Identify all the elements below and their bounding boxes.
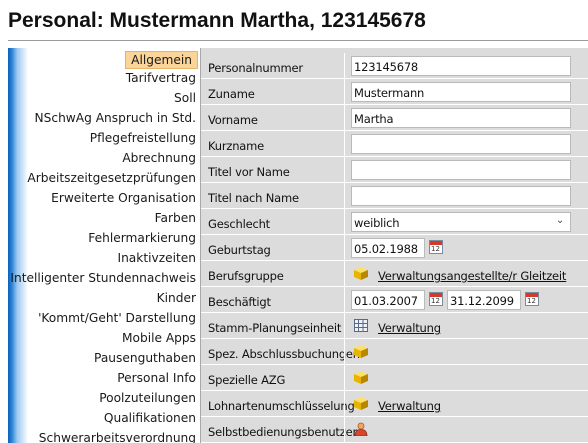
sidebar-item-allgemein[interactable]: Allgemein [125, 51, 198, 69]
calendar-icon[interactable] [429, 292, 443, 306]
lohnartenumschluesselung-link[interactable]: Verwaltung [378, 399, 441, 413]
beschaeftigt-to-field[interactable]: 31.12.2099 [447, 290, 521, 310]
stamm-planungseinheit-label: Stamm-Planungseinheit [208, 321, 342, 335]
window-title: Personal: Mustermann Martha, 123145678 [8, 9, 426, 32]
spez-abschlussbuchungen-label: Spez. Abschlussbuchungen [208, 347, 360, 361]
row-zuname: Zuname Mustermann [200, 79, 588, 105]
row-vorname: Vorname Martha [200, 105, 588, 131]
personalnummer-label: Personalnummer [208, 61, 303, 75]
sidebar-item-inaktivzeiten[interactable]: Inaktivzeiten [117, 251, 196, 265]
stamm-planungseinheit-link[interactable]: Verwaltung [378, 321, 441, 335]
calendar-icon[interactable] [429, 240, 443, 254]
berufsgruppe-label: Berufsgruppe [208, 269, 284, 283]
zuname-field[interactable]: Mustermann [351, 82, 571, 102]
kurzname-field[interactable] [351, 134, 571, 154]
user-icon[interactable] [354, 422, 368, 436]
sidebar-item-mobile-apps[interactable]: Mobile Apps [122, 331, 196, 345]
beschaeftigt-from-field[interactable]: 01.03.2007 [351, 290, 425, 310]
geburtstag-field[interactable]: 05.02.1988 [351, 238, 425, 258]
row-selbstbedienungsbenutzer: Selbstbedienungsbenutzer [200, 417, 588, 443]
sidebar-item-poolzuteilungen[interactable]: Poolzuteilungen [99, 391, 196, 405]
sidebar-item-pflegefreistellung[interactable]: Pflegefreistellung [90, 131, 196, 145]
row-berufsgruppe: Berufsgruppe Verwaltungsangestellte/r Gl… [200, 261, 588, 287]
chevron-down-icon[interactable]: ⌄ [556, 215, 564, 226]
cube-icon[interactable] [354, 345, 368, 358]
sidebar-item-intelligenter-stundennachweis[interactable]: Intelligenter Stundennachweis [10, 271, 196, 285]
row-titel-vor-name: Titel vor Name [200, 157, 588, 183]
calendar-icon[interactable] [525, 292, 539, 306]
title-bar: Personal: Mustermann Martha, 123145678 [0, 0, 588, 42]
row-geschlecht: Geschlecht weiblich ⌄ [200, 209, 588, 235]
lohnartenumschluesselung-label: Lohnartenumschlüsselung [208, 399, 355, 413]
cube-icon[interactable] [354, 397, 368, 410]
geschlecht-label: Geschlecht [208, 217, 270, 231]
geburtstag-label: Geburtstag [208, 243, 271, 257]
geschlecht-value: weiblich [354, 216, 400, 230]
sidebar-item-tarifvertrag[interactable]: Tarifvertrag [126, 71, 196, 85]
zuname-label: Zuname [208, 87, 255, 101]
sidebar-item-soll[interactable]: Soll [174, 91, 196, 105]
row-spez-abschlussbuchungen: Spez. Abschlussbuchungen [200, 339, 588, 365]
kurzname-label: Kurzname [208, 139, 265, 153]
row-geburtstag: Geburtstag 05.02.1988 [200, 235, 588, 261]
sidebar-item-arbeitszeitgesetzpruefungen[interactable]: Arbeitszeitgesetzprüfungen [27, 171, 196, 185]
panel-divider [200, 48, 201, 443]
title-divider [8, 40, 588, 41]
berufsgruppe-link[interactable]: Verwaltungsangestellte/r Gleitzeit [378, 269, 566, 283]
row-kurzname: Kurzname [200, 131, 588, 157]
sidebar-item-erweiterte-organisation[interactable]: Erweiterte Organisation [51, 191, 196, 205]
grid-icon[interactable] [354, 319, 368, 332]
spezielle-azg-label: Spezielle AZG [208, 373, 286, 387]
titel-nach-name-label: Titel nach Name [208, 191, 299, 205]
row-lohnartenumschluesselung: Lohnartenumschlüsselung Verwaltung [200, 391, 588, 417]
sidebar-item-personal-info[interactable]: Personal Info [117, 371, 196, 385]
row-titel-nach-name: Titel nach Name [200, 183, 588, 209]
row-spezielle-azg: Spezielle AZG [200, 365, 588, 391]
sidebar-item-schwerarbeitsverordnung[interactable]: Schwerarbeitsverordnung [39, 431, 196, 443]
sidebar-item-nschwag-anspruch[interactable]: NSchwAg Anspruch in Std. [35, 111, 196, 125]
vorname-field[interactable]: Martha [351, 108, 571, 128]
vorname-label: Vorname [208, 113, 258, 127]
beschaeftigt-label: Beschäftigt [208, 295, 271, 309]
sidebar-item-farben[interactable]: Farben [155, 211, 196, 225]
titel-nach-name-field[interactable] [351, 186, 571, 206]
personalnummer-field[interactable]: 123145678 [351, 56, 571, 76]
personal-form: Personalnummer 123145678 Zuname Musterma… [200, 48, 588, 443]
titel-vor-name-field[interactable] [351, 160, 571, 180]
sidebar-item-kommt-geht-darstellung[interactable]: 'Kommt/Geht' Darstellung [38, 311, 196, 325]
sidebar-item-pausenguthaben[interactable]: Pausenguthaben [94, 351, 196, 365]
sidebar-item-fehlermarkierung[interactable]: Fehlermarkierung [88, 231, 196, 245]
cube-icon[interactable] [354, 371, 368, 384]
sidebar-item-qualifikationen[interactable]: Qualifikationen [104, 411, 196, 425]
cube-icon[interactable] [354, 267, 368, 280]
sidebar-item-kinder[interactable]: Kinder [157, 291, 196, 305]
geschlecht-select[interactable]: weiblich ⌄ [351, 212, 571, 232]
row-beschaeftigt: Beschäftigt 01.03.2007 31.12.2099 [200, 287, 588, 313]
sidebar-nav: Allgemein Tarifvertrag Soll NSchwAg Ansp… [8, 48, 200, 443]
titel-vor-name-label: Titel vor Name [208, 165, 290, 179]
row-personalnummer: Personalnummer 123145678 [200, 53, 588, 79]
sidebar-item-abrechnung[interactable]: Abrechnung [122, 151, 196, 165]
selbstbedienungsbenutzer-label: Selbstbedienungsbenutzer [208, 425, 357, 439]
row-stamm-planungseinheit: Stamm-Planungseinheit Verwaltung [200, 313, 588, 339]
